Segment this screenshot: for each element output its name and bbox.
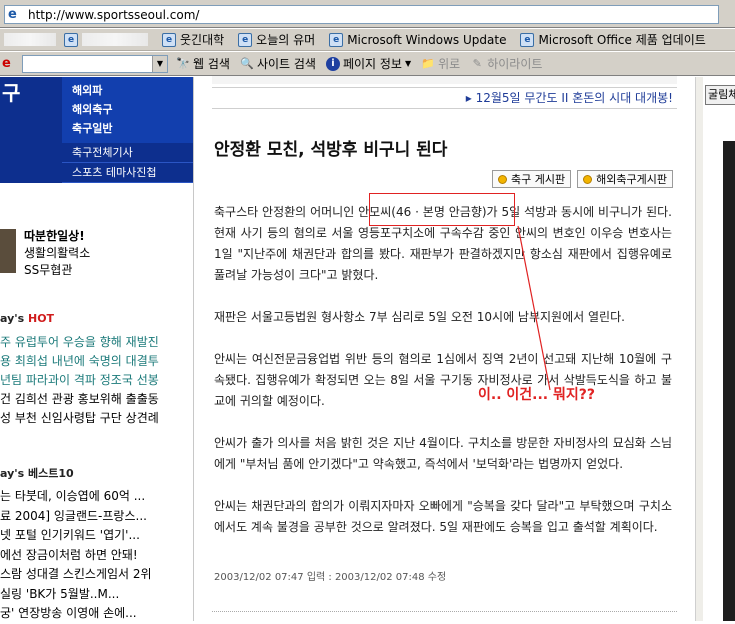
section-logo: 구 [0,77,62,183]
promo-banner[interactable]: 따분한일상! 생활의활력소 SS무협관 [0,223,193,283]
search-toolbar: e ▼ 🔭 웹 검색 🔍 사이트 검색 i 페이지 정보 ▼ 📁 위로 ✎ 하이라이트 [0,52,735,76]
soccer-board-button[interactable]: 축구 게시판 [492,170,572,188]
toolbar-logo-icon: e [2,56,11,71]
web-page: 구 해외파 해외축구 축구일반 축구전체기사 스포츠 테마사진첩 따분한일상! … [0,76,735,621]
link-windows-update[interactable]: e Microsoft Windows Update [329,32,506,47]
section-header: 구 해외파 해외축구 축구일반 축구전체기사 스포츠 테마사진첩 [0,77,193,183]
links-bar: e e 웃긴대학 e 오늘의 유머 e Microsoft Windows Updat… [0,29,735,51]
folder-up-icon: 📁 [421,56,435,70]
nav-item-overseas-players[interactable]: 해외파 [72,81,112,100]
web-search-button[interactable]: 🔭 웹 검색 [176,55,230,72]
url-text: http://www.sportsseoul.com/ [28,7,200,22]
list-item[interactable]: 성 부천 신임사령탑 구단 상견례 [0,409,193,428]
promo-image [0,229,16,273]
magnifier-icon: 🔍 [240,56,254,70]
list-item[interactable]: 주 유럽투어 우승을 향해 재발진 [0,333,193,352]
bullet-icon [583,174,593,184]
section-nav: 해외파 해외축구 축구일반 [72,81,112,138]
link-office-update[interactable]: e Microsoft Office 제품 업데이트 [520,31,706,48]
article-paragraph: 안씨는 여신전문금융업법 위반 등의 혐의로 1심에서 징역 2년이 선고돼 지… [214,352,672,408]
highlight-button[interactable]: ✎ 하이라이트 [470,55,543,72]
ie-page-icon: e [520,32,535,47]
font-select-button[interactable]: 굴림체 [705,85,735,105]
toolbar-search-input[interactable]: ▼ [22,54,168,73]
promo-line: 생활의활력소 [24,246,91,260]
list-item[interactable]: 는 타붓데, 이승엽에 60억 ... [0,487,193,507]
overseas-soccer-board-button[interactable]: 해외축구게시판 [577,170,673,188]
article-paragraph: 안씨는 채권단과의 합의가 이뤄지자마자 오빠에게 "승복을 갖다 달라"고 부… [214,499,672,534]
link-humor-univ[interactable]: e 웃긴대학 [162,31,224,48]
page-info-button[interactable]: i 페이지 정보 ▼ [325,55,412,72]
promo-title: 따분한일상! [24,229,85,243]
link-todays-humor[interactable]: e 오늘의 유머 [238,31,315,48]
ie-page-icon: e [329,32,344,47]
board-links: 축구 게시판 해외축구게시판 [492,170,673,188]
list-item[interactable]: 넷 포털 인기키워드 '엽기'... [0,526,193,546]
ie-page-icon: e [162,32,176,47]
bullet-icon [498,174,508,184]
address-bar: e http://www.sportsseoul.com/ [0,0,735,28]
promo-line: SS무협관 [24,263,73,277]
url-input[interactable]: e http://www.sportsseoul.com/ [4,5,719,24]
link-blurred[interactable]: e [64,32,148,47]
right-column: 굴림체 [703,77,735,621]
info-icon: i [325,56,340,71]
ad-ticker[interactable]: ▸ 12월5일 무간도 II 혼돈의 시대 대개봉! [212,76,677,109]
left-column: 구 해외파 해외축구 축구일반 축구전체기사 스포츠 테마사진첩 따분한일상! … [0,77,194,621]
subnav-all-soccer-articles[interactable]: 축구전체기사 [62,143,193,163]
gutter [195,77,212,621]
hot-news-title: ay's HOT [0,312,55,325]
blurred-link[interactable] [4,33,56,46]
list-item[interactable]: 스람 성대결 스킨스게임서 2위 [0,565,193,585]
nav-item-soccer-general[interactable]: 축구일반 [72,119,112,138]
list-item[interactable]: 료 2004] 잉글랜드-프랑스... [0,507,193,527]
ie-page-icon: e [238,32,253,47]
ie-page-icon: e [64,32,78,47]
article-body: 축구스타 안정환의 어머니인 안모씨(46 · 본명 안금향)가 5일 석방과 … [214,202,672,559]
list-item[interactable]: 실링 'BK가 5월발..M... [0,585,193,605]
annotation-text: 이.. 이건... 뭐지?? [478,387,595,403]
divider [212,611,677,612]
nav-item-overseas-soccer[interactable]: 해외축구 [72,100,112,119]
article-timestamp: 2003/12/02 07:47 입력 : 2003/12/02 07:48 수… [214,572,447,583]
highlighter-icon: ✎ [472,56,482,70]
list-item[interactable]: 용 최희섭 내년에 숙명의 대결투 [0,352,193,371]
site-search-button[interactable]: 🔍 사이트 검색 [240,55,316,72]
article-paragraph: 재판은 서울고등법원 형사항소 7부 심리로 5일 오전 10시에 남부지원에서… [214,310,625,324]
annotation-box [369,193,515,226]
side-banner[interactable] [723,141,735,621]
chevron-down-icon[interactable]: ▼ [152,55,167,72]
best10-list: 는 타붓데, 이승엽에 60억 ... 료 2004] 잉글랜드-프랑스... … [0,487,193,624]
hot-news-list: 주 유럽투어 우승을 향해 재발진 용 최희섭 내년에 숙명의 대결투 년팀 파… [0,333,193,428]
list-item[interactable]: 년팀 파라과이 격파 정조국 선봉 [0,371,193,390]
subnav-sports-photos[interactable]: 스포츠 테마사진첩 [62,163,193,183]
ie-icon: e [8,6,17,22]
article-paragraph: 안씨가 출가 의사를 처음 밝힌 것은 지난 4월이다. 구치소를 방문한 자비… [214,436,672,471]
binoculars-icon: 🔭 [176,56,190,70]
article-area: ▸ 12월5일 무간도 II 혼돈의 시대 대개봉! 안정환 모친, 석방후 비… [212,76,695,621]
chevron-down-icon: ▼ [404,59,412,68]
list-item[interactable]: 건 김희선 관광 홍보위해 출출동 [0,390,193,409]
ticker-top-strip [212,76,677,84]
list-item[interactable]: 에선 장금이처럼 하면 안돼! [0,546,193,566]
scrollbar[interactable] [695,77,703,621]
sub-nav: 축구전체기사 스포츠 테마사진첩 [62,143,193,183]
article-headline: 안정환 모친, 석방후 비구니 된다 [214,140,448,160]
up-button[interactable]: 📁 위로 [421,55,460,72]
best10-title: ay's 베스트10 [0,467,74,480]
